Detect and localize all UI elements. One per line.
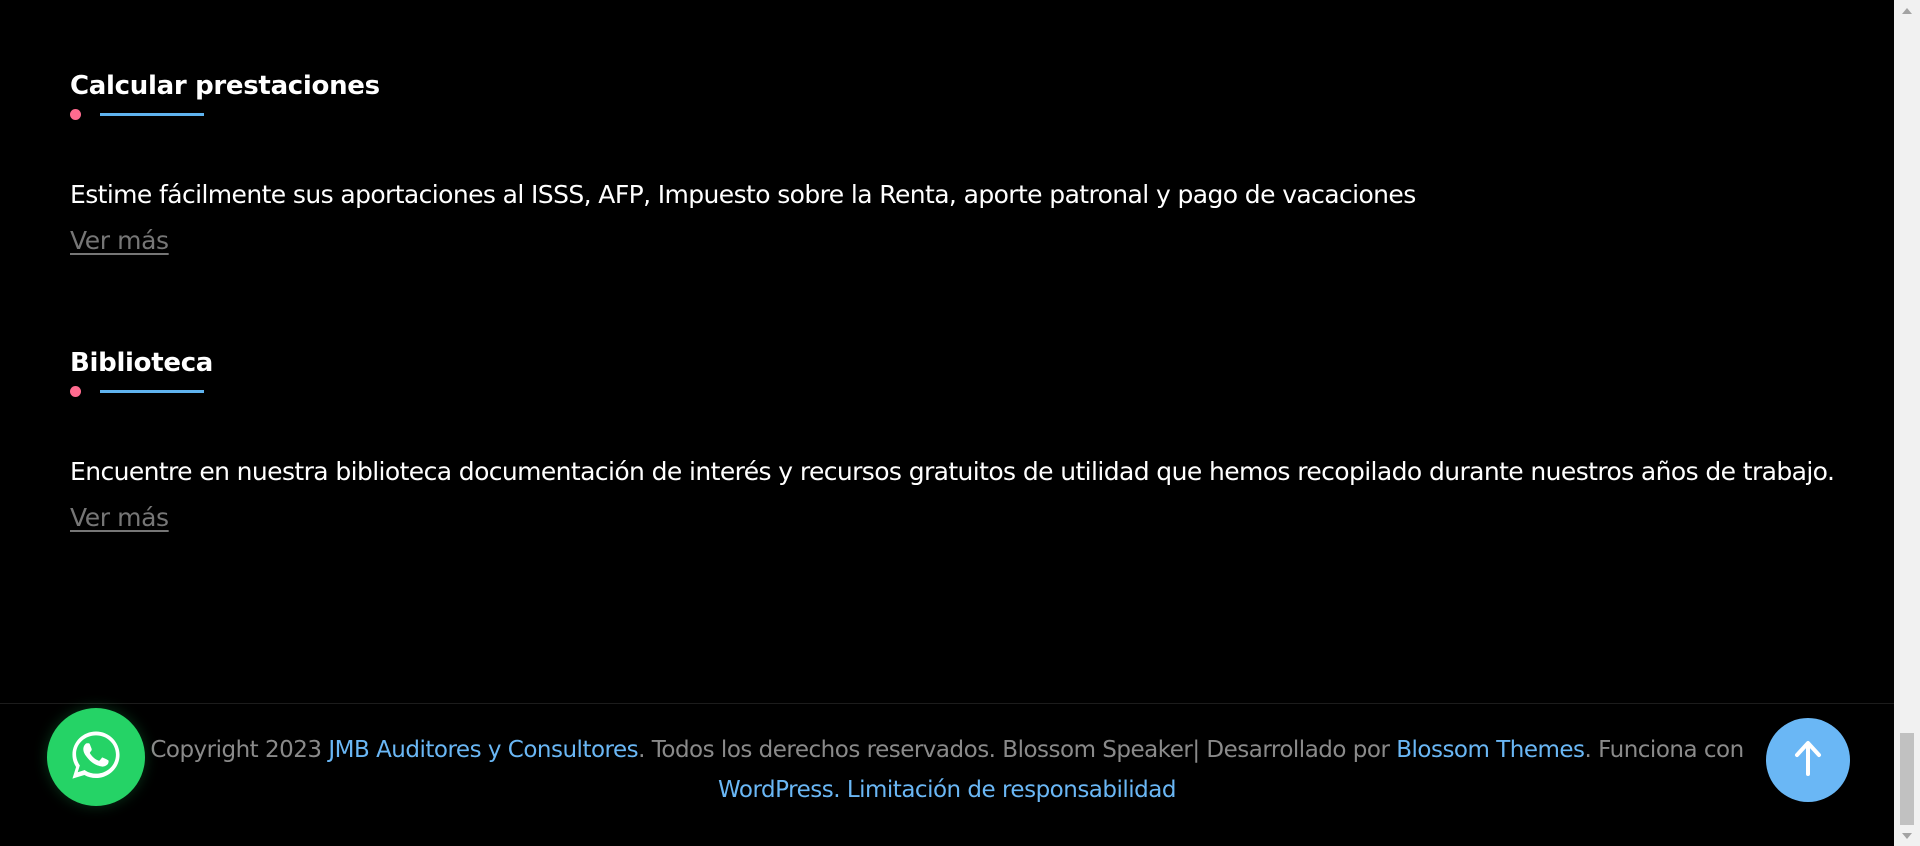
whatsapp-icon <box>67 726 125 788</box>
theme-link[interactable]: Blossom Themes <box>1396 737 1585 763</box>
section-description: Encuentre en nuestra biblioteca document… <box>70 457 1835 486</box>
scroll-up-arrow[interactable] <box>1894 0 1920 20</box>
section-calcular-prestaciones: Calcular prestaciones Estime fácilmente … <box>70 70 1850 264</box>
section-title: Biblioteca <box>70 348 214 378</box>
accent-dot <box>70 109 81 120</box>
site-footer: Copyright 2023 JMB Auditores y Consultor… <box>0 730 1894 810</box>
main-content: Calcular prestaciones Estime fácilmente … <box>0 0 1894 846</box>
ver-mas-link[interactable]: Ver más <box>70 495 169 541</box>
wordpress-link[interactable]: WordPress <box>718 777 834 803</box>
disclaimer-link[interactable]: Limitación de responsabilidad <box>847 777 1177 803</box>
whatsapp-button[interactable] <box>47 708 145 806</box>
section-description: Estime fácilmente sus aportaciones al IS… <box>70 180 1416 209</box>
copyright-text: Copyright 2023 <box>150 737 329 763</box>
footer-separator: . <box>833 777 847 803</box>
powered-text: . Funciona con <box>1584 737 1745 763</box>
ver-mas-link[interactable]: Ver más <box>70 218 169 264</box>
scrollbar-thumb[interactable] <box>1900 733 1914 825</box>
title-decoration <box>70 106 1850 120</box>
section-biblioteca: Biblioteca Encuentre en nuestra bibliote… <box>70 347 1850 541</box>
arrow-up-icon <box>1791 738 1825 782</box>
rights-text: . Todos los derechos reservados. Blossom… <box>638 737 1397 763</box>
accent-dot <box>70 386 81 397</box>
company-link[interactable]: JMB Auditores y Consultores <box>328 737 638 763</box>
vertical-scrollbar[interactable] <box>1894 0 1920 846</box>
section-title: Calcular prestaciones <box>70 71 380 101</box>
page: Calcular prestaciones Estime fácilmente … <box>0 0 1920 846</box>
scroll-down-arrow[interactable] <box>1894 826 1920 846</box>
accent-line <box>100 113 204 116</box>
scroll-to-top-button[interactable] <box>1766 718 1850 802</box>
footer-divider <box>0 703 1894 704</box>
accent-line <box>100 390 204 393</box>
title-decoration <box>70 383 1850 397</box>
